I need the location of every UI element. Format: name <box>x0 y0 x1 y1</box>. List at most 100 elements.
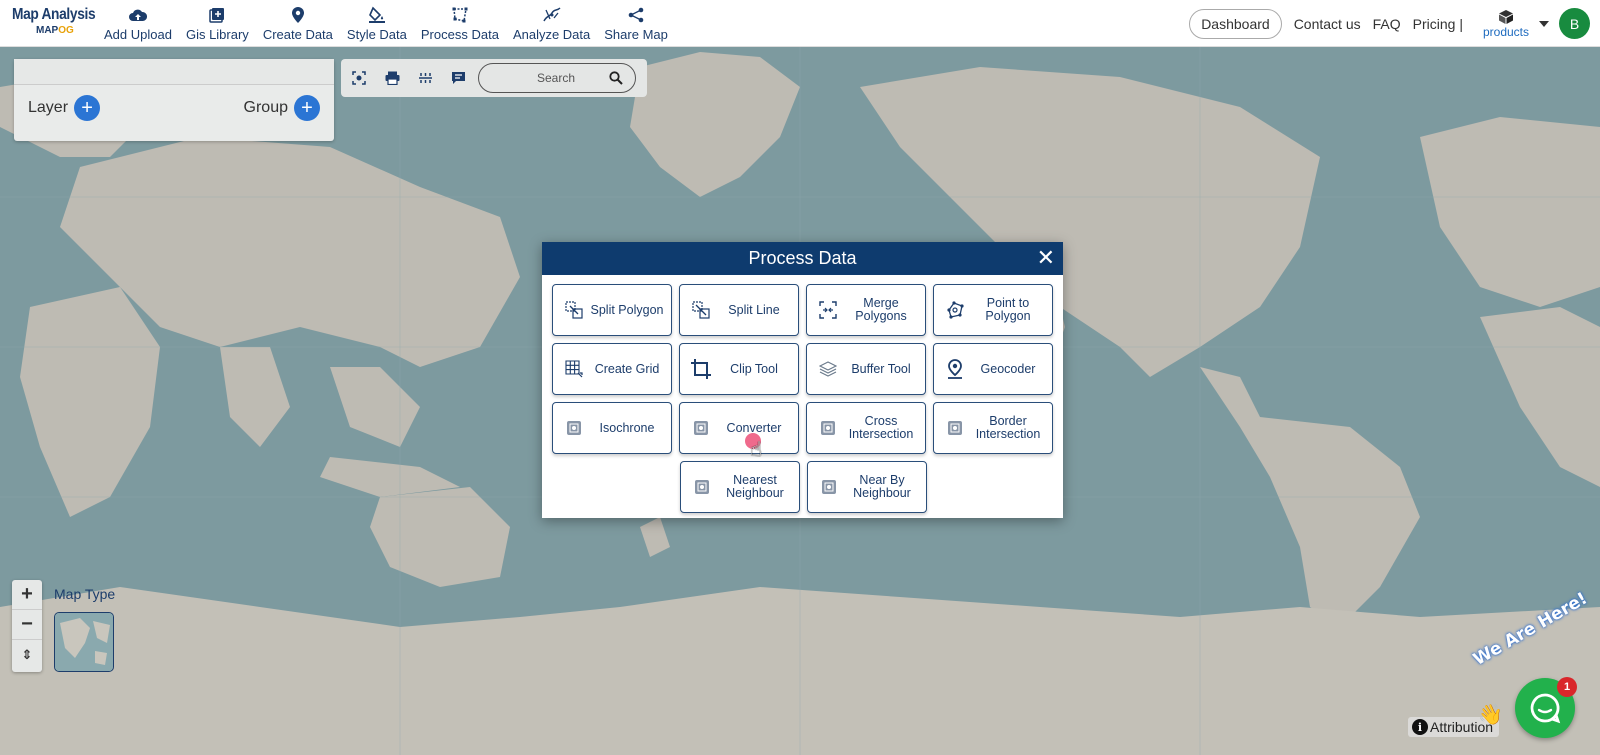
zoom-controls: + − ⇕ <box>12 580 42 672</box>
logo-title: Map Analysis <box>12 6 96 23</box>
tool-icon <box>817 417 839 439</box>
dashboard-button[interactable]: Dashboard <box>1189 8 1282 39</box>
nav-label: Gis Library <box>185 27 249 42</box>
comment-icon[interactable] <box>449 69 467 87</box>
top-navbar: Map Analysis MAPOG Add Upload Gis Librar… <box>0 0 1600 47</box>
point-to-polygon-icon <box>944 299 966 321</box>
group-section: Group + <box>244 95 320 121</box>
point-to-polygon-button[interactable]: Point to Polygon <box>933 284 1053 336</box>
nav-label: Style Data <box>346 27 407 42</box>
nav-process-data[interactable]: Process Data <box>421 6 499 42</box>
right-nav: Dashboard Contact us FAQ Pricing | produ… <box>1189 0 1600 47</box>
products-label: products <box>1482 24 1529 39</box>
map-toolbar: Search <box>341 59 647 97</box>
create-grid-button[interactable]: Create Grid <box>552 343 672 395</box>
tool-icon <box>563 417 585 439</box>
cube-icon <box>1498 9 1513 24</box>
nav-add-upload[interactable]: Add Upload <box>104 6 172 42</box>
map-pin-icon <box>289 6 307 24</box>
clip-tool-button[interactable]: Clip Tool <box>679 343 799 395</box>
tool-label: Near By Neighbour <box>853 473 911 500</box>
reset-north-button[interactable]: ⇕ <box>12 640 42 670</box>
split-line-button[interactable]: Split Line <box>679 284 799 336</box>
close-icon[interactable]: ✕ <box>1037 246 1055 270</box>
chat-bubble-icon <box>1530 693 1561 724</box>
geocoder-button[interactable]: Geocoder <box>933 343 1053 395</box>
process-data-dialog: Process Data ✕ Split Polygon Split Line … <box>542 242 1063 518</box>
layer-section: Layer + <box>28 95 101 121</box>
pointer-cursor-icon: ☝ <box>750 439 763 461</box>
converter-button[interactable]: Converter <box>679 402 799 454</box>
products-menu[interactable]: products <box>1483 9 1529 39</box>
chat-badge: 1 <box>1557 677 1577 697</box>
layer-panel: Layer + Group + <box>14 59 334 141</box>
layers-icon <box>817 358 839 380</box>
buffer-tool-button[interactable]: Buffer Tool <box>806 343 926 395</box>
nav-share-map[interactable]: Share Map <box>604 6 668 42</box>
tool-label: Buffer Tool <box>851 361 911 376</box>
nav-analyze-data[interactable]: Analyze Data <box>513 6 590 42</box>
isochrone-button[interactable]: Isochrone <box>552 402 672 454</box>
tool-icon <box>944 417 966 439</box>
add-group-button[interactable]: + <box>294 95 320 121</box>
crop-icon <box>690 358 712 380</box>
search-placeholder: Search <box>537 71 576 85</box>
analyze-icon <box>542 6 561 24</box>
tool-label: Merge Polygons <box>855 296 907 323</box>
tool-label: Split Polygon <box>590 302 664 317</box>
layer-label: Layer <box>28 99 69 116</box>
add-layer-button[interactable]: + <box>74 95 101 121</box>
tool-label: Geocoder <box>980 361 1036 376</box>
cross-intersection-button[interactable]: Cross Intersection <box>806 402 926 454</box>
nav-label: Analyze Data <box>512 27 591 42</box>
tool-icon <box>691 476 713 498</box>
grid-icon <box>563 358 585 380</box>
zoom-out-button[interactable]: − <box>12 610 42 640</box>
nav-create-data[interactable]: Create Data <box>263 6 333 42</box>
tool-label: Nearest Neighbour <box>726 473 784 500</box>
tool-label: Create Grid <box>594 361 660 376</box>
layer-panel-header <box>14 59 334 85</box>
library-icon <box>208 6 226 24</box>
tool-icon <box>690 417 712 439</box>
split-polygon-button[interactable]: Split Polygon <box>552 284 672 336</box>
nav-label: Create Data <box>262 27 333 42</box>
logo-subtitle: MAPOG <box>36 25 74 36</box>
info-icon: i <box>1412 719 1428 735</box>
nav-label: Add Upload <box>104 27 172 42</box>
border-intersection-button[interactable]: Border Intersection <box>933 402 1053 454</box>
tool-label: Converter <box>726 420 782 435</box>
faq-link[interactable]: FAQ <box>1373 16 1401 32</box>
tool-label: Isochrone <box>599 420 655 435</box>
nearest-neighbour-button[interactable]: Nearest Neighbour <box>680 461 800 513</box>
tool-icon <box>818 476 840 498</box>
print-icon[interactable] <box>383 69 401 87</box>
split-polygon-icon <box>563 299 585 321</box>
measure-icon[interactable] <box>416 69 434 87</box>
search-icon <box>609 71 623 85</box>
avatar[interactable]: B <box>1559 8 1590 39</box>
split-line-icon <box>690 299 712 321</box>
share-icon <box>627 6 645 24</box>
nav-label: Process Data <box>420 27 499 42</box>
group-label: Group <box>243 99 288 116</box>
merge-polygons-button[interactable]: Merge Polygons <box>806 284 926 336</box>
pricing-link[interactable]: Pricing | <box>1413 16 1463 32</box>
merge-polygons-icon <box>817 299 839 321</box>
location-icon <box>944 358 966 380</box>
nav-gis-library[interactable]: Gis Library <box>186 6 249 42</box>
search-input[interactable]: Search <box>478 63 636 93</box>
map-type-thumbnail[interactable] <box>54 612 114 672</box>
zoom-in-button[interactable]: + <box>12 580 42 610</box>
nav-label: Share Map <box>604 27 668 42</box>
tool-label: Border Intersection <box>975 414 1041 441</box>
polygon-edit-icon <box>451 6 469 24</box>
nav-style-data[interactable]: Style Data <box>347 6 407 42</box>
tool-label: Cross Intersection <box>848 414 914 441</box>
chevron-down-icon[interactable] <box>1539 20 1549 27</box>
map-type-label: Map Type <box>54 586 116 602</box>
contact-link[interactable]: Contact us <box>1294 16 1361 32</box>
fullscreen-icon[interactable] <box>350 69 368 87</box>
near-by-neighbour-button[interactable]: Near By Neighbour <box>807 461 927 513</box>
app-logo[interactable]: Map Analysis MAPOG <box>12 6 102 36</box>
